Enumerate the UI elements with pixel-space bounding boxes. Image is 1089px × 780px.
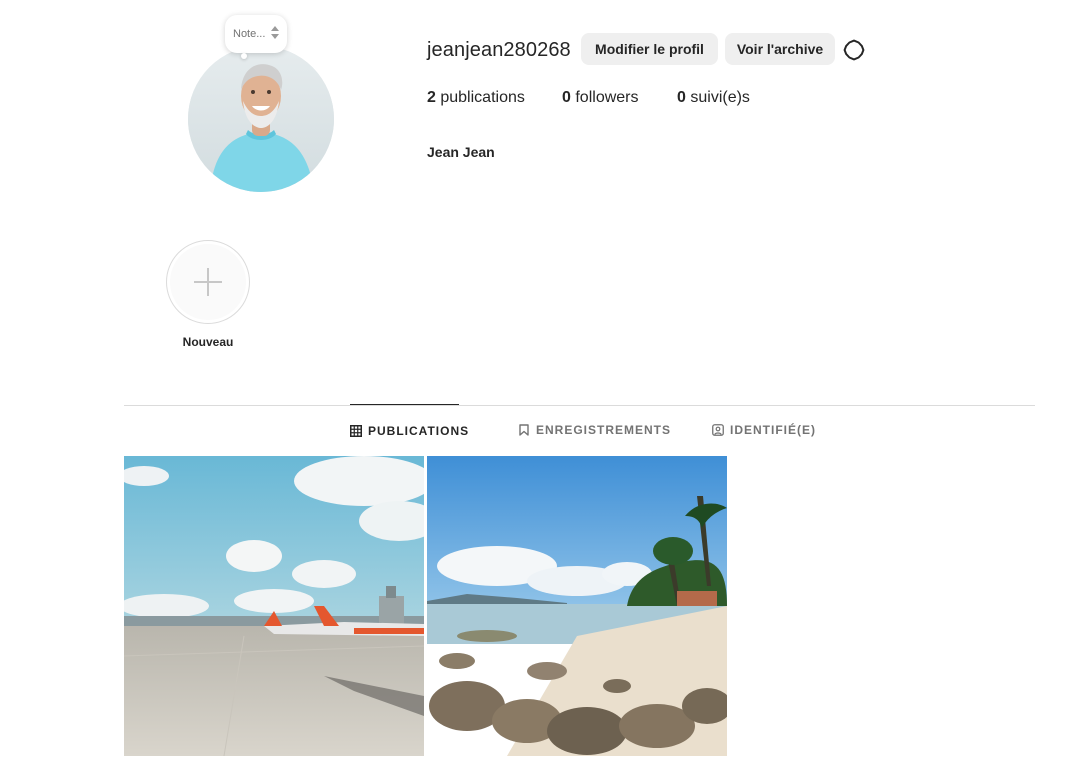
- tab-publications[interactable]: PUBLICATIONS: [350, 404, 468, 457]
- posts-count-label: publications: [440, 89, 525, 106]
- note-bubble[interactable]: Note...: [225, 15, 287, 59]
- rocky-beach-photo: [427, 456, 727, 756]
- plus-icon: [194, 268, 222, 296]
- grid-icon: [350, 425, 362, 437]
- profile-username: jeanjean280268: [427, 39, 571, 61]
- gear-icon[interactable]: [842, 38, 866, 62]
- note-scroll-arrows[interactable]: [270, 23, 280, 45]
- new-highlight-button[interactable]: [166, 240, 250, 324]
- tab-publications-label: PUBLICATIONS: [368, 424, 470, 438]
- note-placeholder: Note...: [233, 28, 266, 40]
- followers-count-value: 0: [562, 89, 571, 106]
- posts-count: 2 publications: [427, 89, 525, 107]
- followers-count-label: followers: [575, 89, 639, 106]
- chevron-down-icon: [271, 34, 279, 39]
- following-count-label: suivi(e)s: [690, 89, 750, 106]
- avatar[interactable]: [188, 46, 334, 192]
- highlight-circle: [170, 244, 246, 320]
- new-highlight-label: Nouveau: [182, 335, 234, 349]
- avatar-photo: [188, 46, 334, 192]
- edit-profile-button[interactable]: Modifier le profil: [581, 33, 718, 65]
- following-count[interactable]: 0 suivi(e)s: [677, 89, 750, 107]
- view-archive-button[interactable]: Voir l'archive: [725, 33, 835, 65]
- tab-tagged[interactable]: IDENTIFIÉ(E): [712, 404, 815, 456]
- airport-tarmac-photo: [124, 456, 424, 756]
- tab-saved[interactable]: ENREGISTREMENTS: [518, 404, 670, 456]
- post-tile-airport[interactable]: [124, 456, 424, 756]
- post-tile-beach[interactable]: [427, 456, 727, 756]
- followers-count[interactable]: 0 followers: [562, 89, 639, 107]
- bookmark-icon: [519, 424, 529, 436]
- chevron-up-icon: [271, 26, 279, 31]
- tab-tagged-label: IDENTIFIÉ(E): [730, 423, 816, 437]
- profile-avatar-wrapper[interactable]: [188, 46, 334, 192]
- following-count-value: 0: [677, 89, 686, 106]
- posts-count-value: 2: [427, 89, 436, 106]
- profile-full-name: Jean Jean: [427, 144, 495, 160]
- tagged-icon: [712, 424, 724, 436]
- tab-saved-label: ENREGISTREMENTS: [536, 423, 672, 437]
